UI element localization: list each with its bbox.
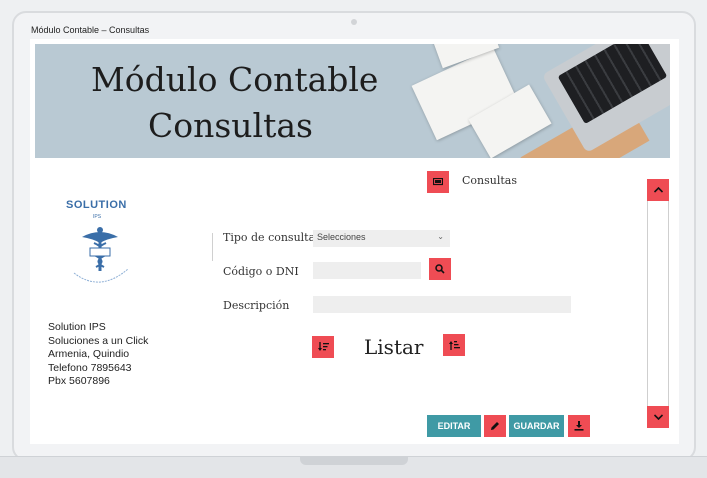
header-banner: Módulo Contable Consultas (35, 44, 670, 158)
scrollbar-track[interactable] (647, 179, 669, 428)
codigo-dni-label: Código o DNI (223, 265, 299, 278)
form-divider (212, 233, 213, 261)
scroll-up-button[interactable] (647, 179, 669, 201)
app-screen: Módulo Contable Consultas SOLUTION IPS S… (30, 39, 679, 444)
descripcion-input[interactable] (313, 296, 571, 313)
chevron-down-icon (653, 414, 663, 420)
tipo-consulta-select[interactable]: Selecciones ⌄ (313, 230, 450, 247)
sort-ascending-icon (448, 341, 460, 350)
logo-name: SOLUTION (66, 199, 127, 211)
monitor-icon (433, 178, 443, 186)
company-line: Telefono 7895643 (48, 361, 132, 374)
sort-asc-button[interactable] (443, 334, 465, 356)
company-line: Solution IPS (48, 321, 106, 333)
consultas-label: Consultas (462, 174, 517, 187)
descripcion-label: Descripción (223, 299, 290, 312)
codigo-dni-input[interactable] (313, 262, 421, 279)
chevron-down-icon: ⌄ (437, 232, 444, 241)
download-icon (574, 421, 584, 431)
caduceus-icon (73, 227, 129, 283)
company-line: Soluciones a un Click (48, 334, 149, 347)
editar-button[interactable]: EDITAR (427, 415, 481, 437)
company-logo: SOLUTION IPS (46, 199, 156, 289)
guardar-button[interactable]: GUARDAR (509, 415, 564, 437)
banner-title-line2: Consultas (148, 106, 313, 145)
laptop-notch (300, 456, 408, 465)
chevron-up-icon (653, 187, 663, 193)
tipo-consulta-value: Selecciones (317, 232, 366, 242)
company-info: Solution IPS Soluciones a un Click Armen… (48, 321, 148, 389)
sort-descending-icon (317, 342, 329, 351)
logo-sub: IPS (93, 214, 102, 220)
listar-label: Listar (364, 335, 424, 359)
scroll-down-button[interactable] (647, 406, 669, 428)
camera-dot (351, 19, 357, 25)
tipo-consulta-label: Tipo de consulta (223, 231, 316, 244)
search-icon (435, 264, 445, 274)
consultas-button[interactable] (427, 171, 449, 193)
sort-desc-button[interactable] (312, 336, 334, 358)
banner-title-line1: Módulo Contable (91, 60, 379, 99)
window-title: Módulo Contable – Consultas (31, 25, 150, 35)
edit-icon-button[interactable] (484, 415, 506, 437)
company-line: Armenia, Quindio (48, 348, 130, 360)
download-icon-button[interactable] (568, 415, 590, 437)
pencil-icon (491, 422, 499, 430)
company-line: Pbx 5607896 (48, 375, 110, 387)
search-button[interactable] (429, 258, 451, 280)
